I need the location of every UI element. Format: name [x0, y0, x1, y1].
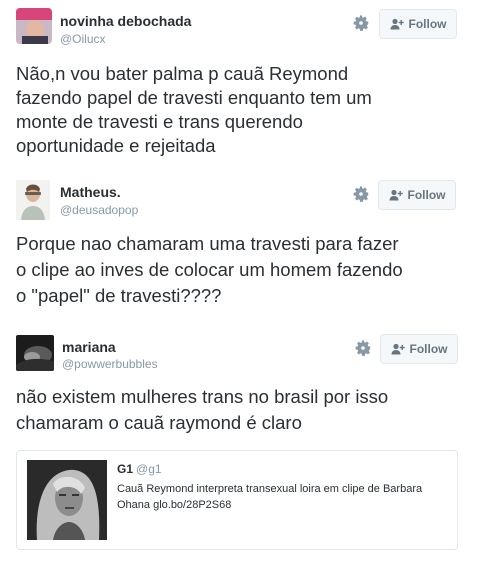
tweet-text-line: fazendo papel de travesti enquanto tem u… [16, 87, 372, 108]
tweet-text-line: não existem mulheres trans no brasil por… [16, 386, 389, 407]
tweet-text-line: o "papel" de travesti???? [16, 285, 222, 306]
gear-icon[interactable] [352, 14, 370, 32]
user-name[interactable]: novinha debochada [60, 13, 191, 29]
quoted-user[interactable]: G1 @g1 [117, 462, 162, 476]
user-handle[interactable]: @powwerbubbles [62, 357, 158, 371]
avatar[interactable] [16, 180, 50, 220]
follow-label: Follow [409, 342, 448, 356]
follow-button[interactable]: Follow [378, 180, 456, 210]
quoted-user-handle: @g1 [136, 462, 162, 476]
user-handle[interactable]: @Oilucx [60, 32, 106, 46]
quoted-tweet-text: Cauã Reymond interpreta transexual loira… [117, 483, 423, 511]
follow-person-plus-icon [391, 343, 405, 355]
user-name[interactable]: Matheus. [60, 184, 121, 200]
quoted-user-name: G1 [117, 462, 134, 476]
avatar[interactable] [16, 8, 52, 44]
tweet-text-line: o clipe ao inves de colocar um homem faz… [16, 259, 403, 280]
tweet-text-line: Não,n vou bater palma p cauã Reymond [16, 63, 349, 84]
tweet-1: novinha debochada @Oilucx Follow Não,n v… [0, 0, 500, 170]
follow-person-plus-icon [390, 18, 404, 30]
follow-label: Follow [407, 188, 446, 202]
follow-button[interactable]: Follow [380, 334, 458, 364]
user-handle[interactable]: @deusadopop [60, 203, 138, 217]
tweet-text-line: monte de travesti e trans querendo [16, 111, 303, 132]
tweet-text-line: oportunidade e rejeitada [16, 135, 216, 156]
tweet-2: Matheus. @deusadopop Follow Porque nao c… [0, 170, 500, 325]
quoted-tweet-card[interactable]: G1 @g1 Cauã Reymond interpreta transexual… [16, 450, 458, 550]
tweet-text-line: Porque nao chamaram uma travesti para fa… [16, 233, 399, 254]
quoted-tweet-image [27, 460, 107, 540]
follow-button[interactable]: Follow [379, 9, 457, 39]
gear-icon[interactable] [354, 339, 372, 357]
gear-icon[interactable] [352, 185, 370, 203]
avatar[interactable] [16, 335, 54, 371]
follow-person-plus-icon [389, 189, 403, 201]
follow-label: Follow [408, 17, 447, 31]
tweet-text-line: chamaram o cauã raymond é claro [16, 412, 302, 433]
user-name[interactable]: mariana [62, 339, 116, 355]
